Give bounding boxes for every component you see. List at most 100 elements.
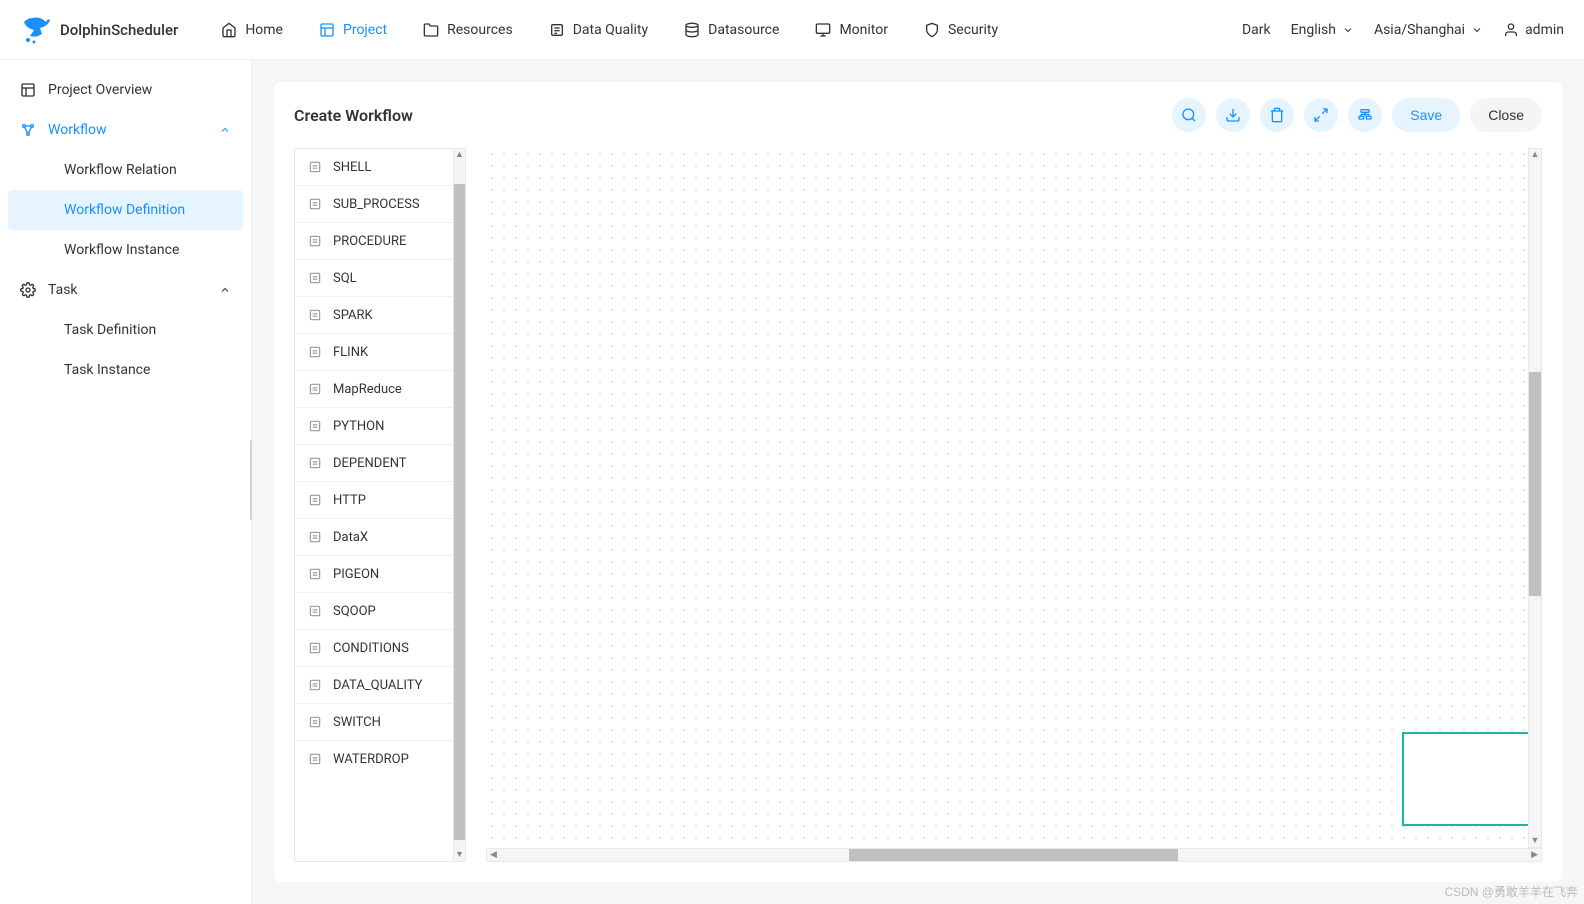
task-label: DataX [333,530,368,545]
shield-icon [924,22,940,38]
scroll-left-icon[interactable]: ◀ [487,850,500,860]
task-type-datax[interactable]: DataX [295,519,453,556]
task-type-sql[interactable]: SQL [295,260,453,297]
task-type-python[interactable]: PYTHON [295,408,453,445]
format-icon [1357,107,1373,123]
task-type-sub_process[interactable]: SUB_PROCESS [295,186,453,223]
task-type-shell[interactable]: SHELL [295,149,453,186]
palette-scrollbar[interactable]: ▲ ▼ [454,148,466,862]
timezone-select[interactable]: Asia/Shanghai [1374,22,1483,38]
language-select[interactable]: English [1291,22,1354,38]
task-label: PIGEON [333,567,379,582]
vscroll-thumb[interactable] [1529,372,1541,595]
sidebar-task[interactable]: Task [0,270,251,310]
task-icon [307,270,323,286]
canvas-hscroll[interactable]: ◀ ▶ [486,848,1542,862]
nav-home[interactable]: Home [203,14,301,46]
task-type-waterdrop[interactable]: WATERDROP [295,741,453,777]
search-button[interactable] [1172,98,1206,132]
nav-security-label: Security [948,22,998,38]
chevron-up-icon [219,284,231,296]
task-label: MapReduce [333,382,402,397]
hscroll-track[interactable] [500,849,1528,861]
delete-button[interactable] [1260,98,1294,132]
task-type-conditions[interactable]: CONDITIONS [295,630,453,667]
nav-security[interactable]: Security [906,14,1016,46]
format-button[interactable] [1348,98,1382,132]
task-icon [307,677,323,693]
nav-project[interactable]: Project [301,14,405,46]
fullscreen-icon [1313,107,1329,123]
home-icon [221,22,237,38]
task-label: SUB_PROCESS [333,197,420,212]
task-icon [307,381,323,397]
sidebar-task-instance[interactable]: Task Instance [0,350,251,390]
task-label: CONDITIONS [333,641,409,656]
folder-icon [423,22,439,38]
task-type-pigeon[interactable]: PIGEON [295,556,453,593]
minimap[interactable] [1402,732,1538,826]
sidebar-workflow-relation[interactable]: Workflow Relation [0,150,251,190]
workflow-canvas[interactable] [486,148,1542,848]
task-icon [307,196,323,212]
nav-resources[interactable]: Resources [405,14,531,46]
task-type-flink[interactable]: FLINK [295,334,453,371]
sidebar-wf-inst-label: Workflow Instance [64,242,179,258]
sidebar-workflow-instance[interactable]: Workflow Instance [0,230,251,270]
nav-dq-label: Data Quality [573,22,648,38]
header: DolphinScheduler Home Project Resources … [0,0,1584,60]
theme-toggle[interactable]: Dark [1242,22,1271,38]
task-type-dependent[interactable]: DEPENDENT [295,445,453,482]
sidebar-overview-label: Project Overview [48,82,152,98]
nav-datasource[interactable]: Datasource [666,14,797,46]
scroll-right-icon[interactable]: ▶ [1528,850,1541,860]
task-list: SHELL SUB_PROCESS PROCEDURE SQL SPARK FLINK Ma… [294,148,454,862]
task-type-mapreduce[interactable]: MapReduce [295,371,453,408]
hscroll-thumb[interactable] [849,849,1178,861]
sidebar: Project Overview Workflow Workflow Relat… [0,60,252,904]
task-type-sqoop[interactable]: SQOOP [295,593,453,630]
canvas-vscroll[interactable]: ▲ ▼ [1528,148,1542,848]
task-icon [307,159,323,175]
user-menu[interactable]: admin [1503,22,1564,38]
scroll-up-icon[interactable]: ▲ [1529,149,1541,161]
close-button[interactable]: Close [1470,98,1542,132]
task-icon [307,492,323,508]
sidebar-task-definition[interactable]: Task Definition [0,310,251,350]
nav-monitor[interactable]: Monitor [797,14,906,46]
task-type-spark[interactable]: SPARK [295,297,453,334]
search-icon [1181,107,1197,123]
task-type-data_quality[interactable]: DATA_QUALITY [295,667,453,704]
download-icon [1225,107,1241,123]
nav-data-quality[interactable]: Data Quality [531,14,666,46]
content: Create Workflow Save Close SHELLSUB_PROC… [252,60,1584,904]
save-button[interactable]: Save [1392,98,1460,132]
canvas-wrap: ▲ ▼ ◀ ▶ [486,148,1542,862]
task-icon [307,233,323,249]
task-type-switch[interactable]: SWITCH [295,704,453,741]
task-icon [307,751,323,767]
sidebar-project-overview[interactable]: Project Overview [0,70,251,110]
task-label: SHELL [333,160,371,175]
timezone-label: Asia/Shanghai [1374,22,1465,38]
task-label: WATERDROP [333,752,409,767]
palette-scroll-thumb[interactable] [454,184,465,839]
watermark: CSDN @勇敢羊羊在飞奔 [1444,883,1578,900]
download-button[interactable] [1216,98,1250,132]
task-icon [307,344,323,360]
language-label: English [1291,22,1336,38]
task-type-procedure[interactable]: PROCEDURE [295,223,453,260]
sidebar-workflow[interactable]: Workflow [0,110,251,150]
logo[interactable]: DolphinScheduler [20,14,178,46]
sidebar-workflow-definition[interactable]: Workflow Definition [8,190,243,230]
panel-body: SHELL SUB_PROCESS PROCEDURE SQL SPARK FLINK Ma… [294,148,1542,862]
brand-text: DolphinScheduler [60,21,178,39]
scroll-down-icon[interactable]: ▼ [454,849,465,861]
scroll-up-icon[interactable]: ▲ [454,149,465,161]
scroll-down-icon[interactable]: ▼ [1529,835,1541,847]
task-type-http[interactable]: HTTP [295,482,453,519]
task-label: PROCEDURE [333,234,406,249]
task-label: SPARK [333,308,373,323]
fullscreen-button[interactable] [1304,98,1338,132]
nav-resources-label: Resources [447,22,513,38]
